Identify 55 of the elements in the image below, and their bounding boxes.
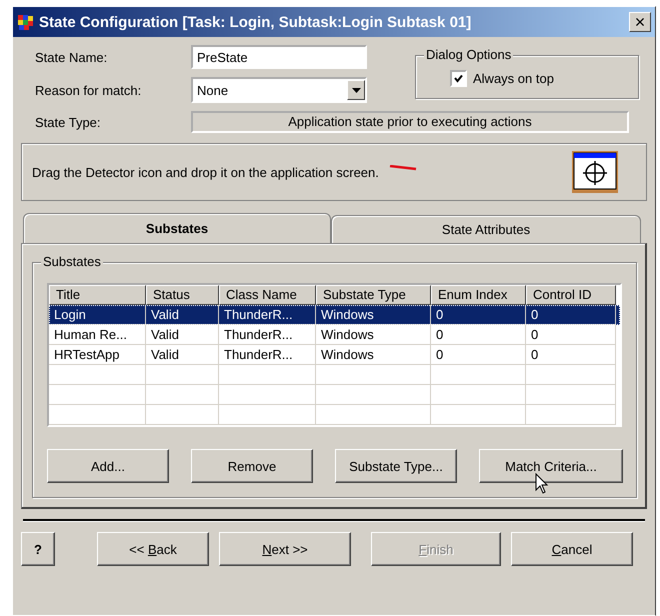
tab[interactable]: State Attributes xyxy=(331,215,641,243)
state-type-label: State Type: xyxy=(35,114,102,130)
group-title: Dialog Options xyxy=(424,47,514,63)
table-cell: Valid xyxy=(146,305,219,325)
table-cell: HRTestApp xyxy=(49,345,146,365)
action-button[interactable]: Match Criteria... xyxy=(479,449,623,483)
column-header[interactable]: Title xyxy=(49,285,146,305)
table-cell: 0 xyxy=(526,345,616,365)
check-icon xyxy=(454,74,463,83)
app-icon xyxy=(17,13,35,31)
column-header[interactable]: Status xyxy=(146,285,219,305)
reason-dropdown[interactable]: None xyxy=(191,77,367,103)
checkbox[interactable] xyxy=(450,70,467,87)
tab[interactable]: Substates xyxy=(23,213,331,243)
table-cell: 0 xyxy=(431,325,526,345)
table-cell: Valid xyxy=(146,325,219,345)
table-cell: Windows xyxy=(316,305,431,325)
window-title: State Configuration [Task: Login, Subtask:Login Subtask 01] xyxy=(39,14,472,30)
caret-icon xyxy=(352,88,360,92)
table-cell: 0 xyxy=(431,345,526,365)
detector-icon[interactable] xyxy=(572,151,618,193)
table-cell: Login xyxy=(49,305,146,325)
nav-button[interactable]: Cancel xyxy=(511,532,633,566)
state-name-label: State Name: xyxy=(35,50,108,64)
help-button[interactable]: ? xyxy=(21,532,55,566)
action-button[interactable]: Remove xyxy=(191,449,313,483)
action-button[interactable]: Add... xyxy=(47,449,169,483)
column-header[interactable]: Class Name xyxy=(219,285,316,305)
column-header[interactable]: Enum Index xyxy=(431,285,526,305)
table-row[interactable]: Login Valid ThunderR... Windows 0 0 xyxy=(49,305,620,325)
table-cell: Valid xyxy=(146,345,219,365)
reason-label: Reason for match: xyxy=(35,82,142,98)
table-cell: Windows xyxy=(316,345,431,365)
action-button[interactable]: Substate Type... xyxy=(335,449,457,483)
table-cell: 0 xyxy=(526,325,616,345)
column-header[interactable]: Substate Type xyxy=(316,285,431,305)
nav-button[interactable]: << Back xyxy=(97,532,209,566)
table-cell: 0 xyxy=(526,305,616,325)
column-header[interactable]: Control ID xyxy=(526,285,616,305)
table-cell: Windows xyxy=(316,325,431,345)
checkbox-label: Always on top xyxy=(473,71,554,86)
table-cell: ThunderR... xyxy=(219,305,316,325)
table-cell: Human Re... xyxy=(49,325,146,345)
nav-button[interactable]: Next >> xyxy=(219,532,351,566)
table-cell: ThunderR... xyxy=(219,325,316,345)
state-name-field[interactable]: PreState xyxy=(191,45,367,69)
close-button[interactable]: × xyxy=(629,12,651,32)
instruction-text: Drag the Detector icon and drop it on the application screen. xyxy=(32,164,379,180)
cursor-icon xyxy=(535,473,549,495)
stroke-mark xyxy=(388,165,417,171)
table-row[interactable]: HRTestApp Valid ThunderR... Windows 0 0 xyxy=(49,345,620,365)
table-cell: 0 xyxy=(431,305,526,325)
table-cell: ThunderR... xyxy=(219,345,316,365)
state-type-field: Application state prior to executing actions xyxy=(191,111,629,133)
table-row[interactable]: Human Re... Valid ThunderR... Windows 0 0 xyxy=(49,325,620,345)
